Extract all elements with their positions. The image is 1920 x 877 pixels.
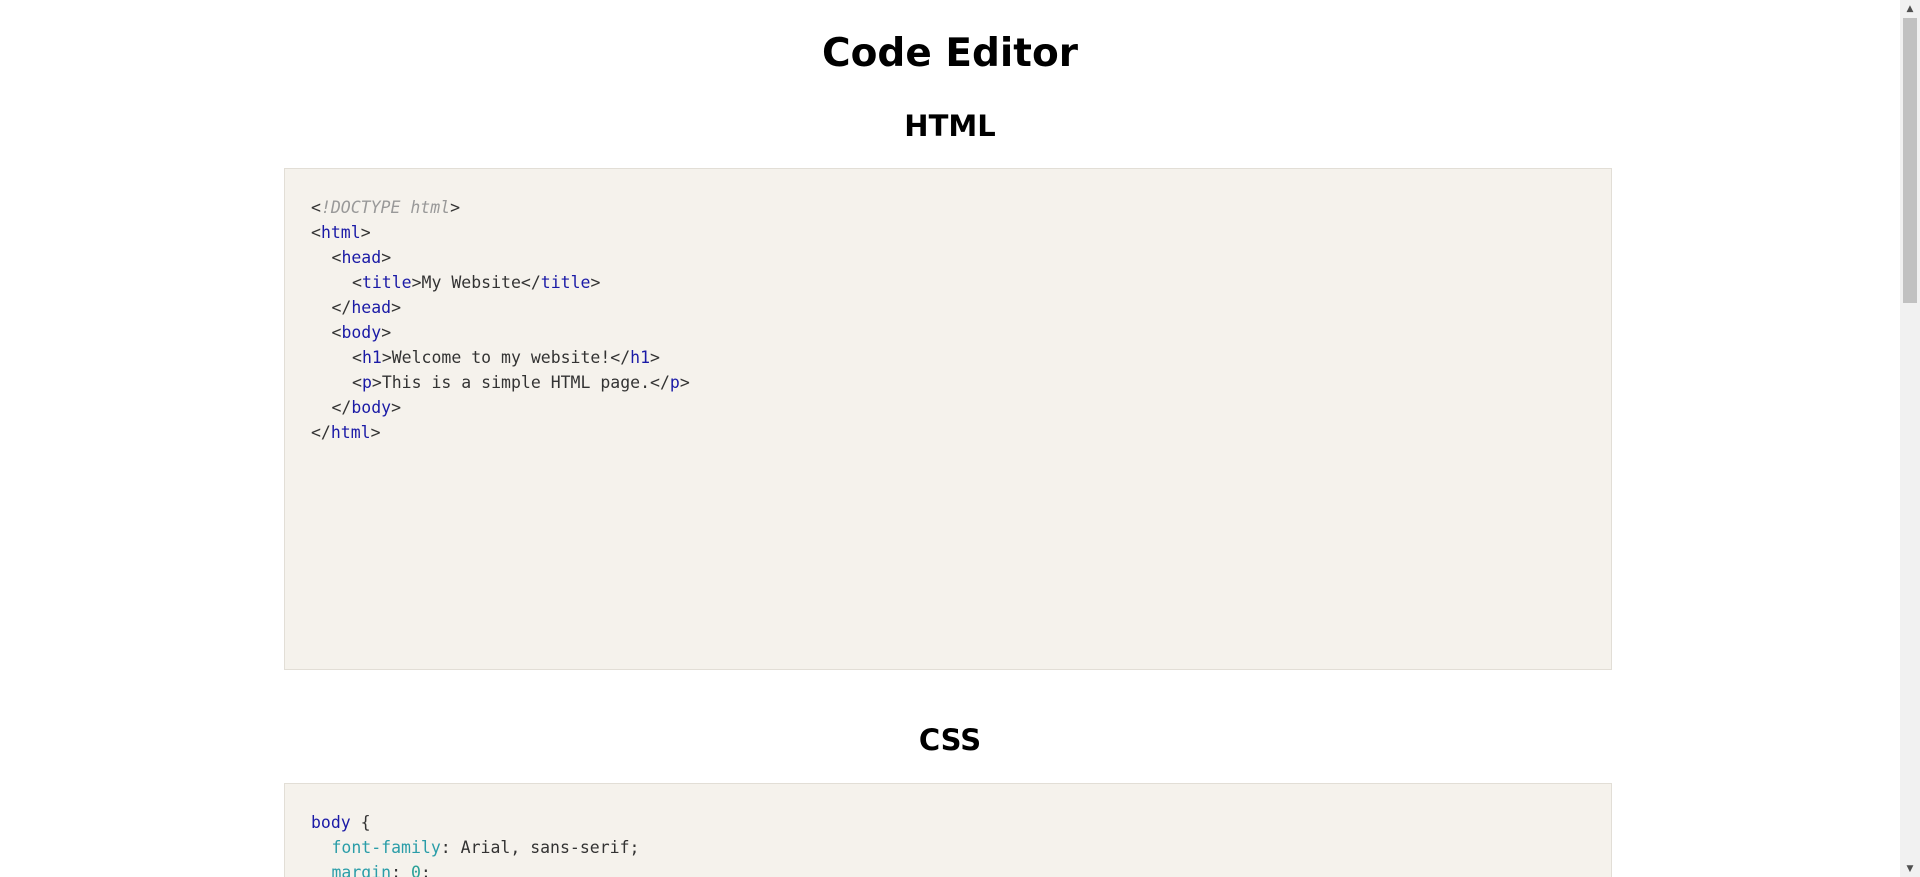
- code-token-punc: <: [311, 198, 321, 217]
- code-token-tag: body: [351, 398, 392, 417]
- code-token-punc: <: [352, 348, 362, 367]
- code-token-tag: html: [330, 423, 371, 442]
- code-token-punc: </: [331, 298, 352, 317]
- page: Code Editor HTML <!DOCTYPE html> <html> <h…: [0, 0, 1900, 877]
- html-code-line: </head>: [311, 295, 1585, 320]
- code-token-tag: head: [341, 248, 382, 267]
- scrollbar-thumb[interactable]: [1903, 18, 1917, 303]
- code-token-punc: <: [352, 373, 362, 392]
- code-token-punc: </: [650, 373, 670, 392]
- code-token-sel: body: [311, 813, 351, 832]
- code-token-punc: <: [352, 273, 362, 292]
- code-token-punc: >: [450, 198, 461, 217]
- code-token-punc: ;: [420, 863, 431, 877]
- css-code-editor[interactable]: body {font-family: Arial, sans-serif; mar…: [284, 783, 1612, 877]
- code-token-tag: h1: [630, 348, 651, 367]
- code-token-punc: >: [381, 323, 392, 342]
- html-code-line: <head>: [311, 245, 1585, 270]
- code-token-prop: font-family: [331, 838, 441, 857]
- code-token-tag: head: [351, 298, 392, 317]
- code-token-punc: >: [411, 273, 422, 292]
- code-token-txt: Arial, sans-serif: [460, 838, 630, 857]
- code-token-punc: >: [381, 348, 392, 367]
- html-code-editor[interactable]: <!DOCTYPE html> <html> <head> <title>My Web…: [284, 168, 1612, 670]
- code-token-punc: </: [610, 348, 631, 367]
- css-code-line: margin: 0;: [311, 860, 1585, 877]
- code-token-punc: >: [370, 423, 381, 442]
- code-token-punc: >: [360, 223, 371, 242]
- code-token-punc: >: [650, 348, 660, 367]
- html-section-heading: HTML: [904, 109, 996, 143]
- code-token-txt: This is a simple HTML page.: [381, 373, 651, 392]
- code-token-prop: margin: [331, 863, 392, 877]
- html-code-line: </body>: [311, 395, 1585, 420]
- html-code-line: <h1>Welcome to my website!</h1>: [311, 345, 1585, 370]
- triangle-up-icon[interactable]: ▲: [1900, 0, 1920, 17]
- code-token-punc: :: [391, 863, 411, 877]
- code-token-tag: title: [540, 273, 591, 292]
- code-token-punc: >: [381, 248, 392, 267]
- code-token-punc: :: [440, 838, 461, 857]
- code-token-punc: >: [371, 373, 382, 392]
- code-token-punc: >: [679, 373, 690, 392]
- html-code-line: <body>: [311, 320, 1585, 345]
- code-token-txt: My Website: [421, 273, 521, 292]
- code-token-doctype: !DOCTYPE html: [320, 198, 451, 217]
- html-code-line: <html>: [311, 220, 1585, 245]
- css-code-line: font-family: Arial, sans-serif;: [311, 835, 1585, 860]
- html-code-line: <p>This is a simple HTML page.</p>: [311, 370, 1585, 395]
- code-token-txt: Welcome to my website!: [391, 348, 611, 367]
- code-token-punc: </: [311, 423, 331, 442]
- code-token-punc: {: [350, 813, 371, 832]
- code-token-punc: >: [590, 273, 601, 292]
- code-token-tag: p: [669, 373, 680, 392]
- code-token-punc: ;: [629, 838, 640, 857]
- html-code-line: <!DOCTYPE html>: [311, 195, 1585, 220]
- code-token-punc: <: [331, 248, 342, 267]
- triangle-down-icon[interactable]: ▼: [1900, 860, 1920, 877]
- code-token-punc: <: [331, 323, 342, 342]
- code-token-tag: h1: [361, 348, 382, 367]
- code-token-tag: body: [341, 323, 382, 342]
- html-code-line: </html>: [311, 420, 1585, 445]
- code-token-punc: </: [331, 398, 352, 417]
- code-token-tag: p: [361, 373, 372, 392]
- html-code-line: <title>My Website</title>: [311, 270, 1585, 295]
- page-title: Code Editor: [822, 31, 1078, 76]
- code-token-tag: html: [320, 223, 361, 242]
- code-token-tag: title: [361, 273, 412, 292]
- css-code-line: body {: [311, 810, 1585, 835]
- css-section-heading: CSS: [918, 723, 982, 757]
- code-token-num: 0: [410, 863, 421, 877]
- code-token-punc: <: [311, 223, 321, 242]
- code-token-punc: >: [391, 298, 402, 317]
- code-token-punc: </: [520, 273, 541, 292]
- code-token-punc: >: [391, 398, 402, 417]
- vertical-scrollbar[interactable]: ▲ ▼: [1900, 0, 1920, 877]
